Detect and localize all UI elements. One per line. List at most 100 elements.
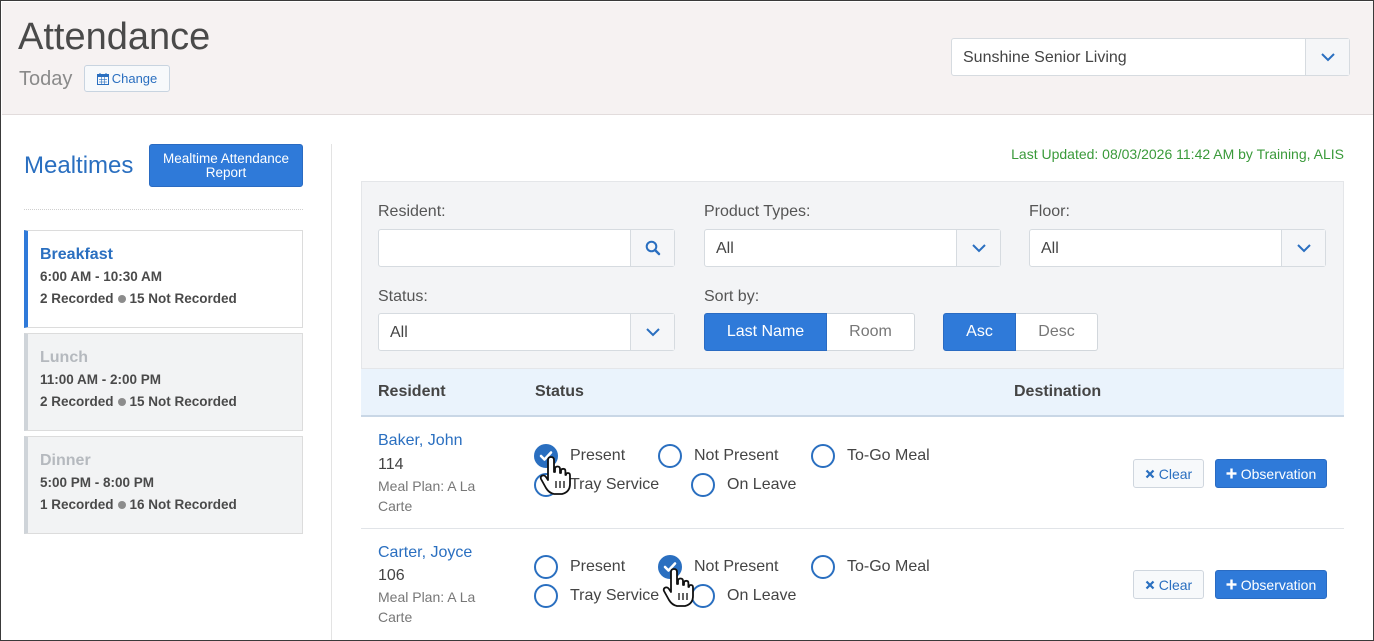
floor-label: Floor: [1029,203,1070,220]
meal-card-breakfast[interactable]: Breakfast 6:00 AM - 10:30 AM 2 Recorded … [24,230,303,328]
resident-search-input[interactable] [378,229,675,267]
resident-meal-plan: Meal Plan: A La Carte [378,589,476,625]
mealtime-report-button[interactable]: Mealtime Attendance Report [149,144,303,187]
status-label: On Leave [727,587,797,604]
community-value: Sunshine Senior Living [963,49,1127,66]
product-types-select[interactable]: All [704,229,1001,267]
status-not-present-radio[interactable]: Not Present [658,555,778,579]
meal-time: 6:00 AM - 10:30 AM [40,269,163,284]
community-select[interactable]: Sunshine Senior Living [951,38,1350,76]
chevron-down-icon[interactable] [630,314,674,350]
sort-order-toggle: Asc Desc [943,313,1098,351]
chevron-down-icon[interactable] [956,230,1000,266]
radio-icon [811,444,835,468]
status-tray-service-radio[interactable]: Tray Service [534,473,659,497]
status-select[interactable]: All [378,313,675,351]
table-row: Baker, John 114 Meal Plan: A La Carte Pr… [361,417,1344,529]
table-row: Carter, Joyce 106 Meal Plan: A La Carte … [361,529,1344,640]
status-tray-service-radio[interactable]: Tray Service [534,584,659,608]
status-present-radio[interactable]: Present [534,555,625,579]
not-recorded-count: 15 Not Recorded [129,291,237,306]
meal-counts: 2 Recorded 15 Not Recorded [40,394,302,409]
status-label: Present [570,447,626,464]
status-label: Not Present [694,558,779,575]
radio-icon [534,555,558,579]
status-to-go-meal-radio[interactable]: To-Go Meal [811,444,930,468]
page-header: Attendance Today Change Sunshine Senior … [2,2,1373,115]
sort-desc-button[interactable]: Desc [1016,313,1098,351]
radio-icon [534,584,558,608]
search-icon[interactable] [630,230,674,266]
status-present-radio[interactable]: Present [534,444,625,468]
status-label: To-Go Meal [847,558,930,575]
resident-filter-label: Resident: [378,203,446,220]
status-label: Tray Service [570,476,660,493]
radio-icon [691,584,715,608]
checked-radio-icon [658,555,682,579]
status-label: Tray Service [570,587,660,604]
last-updated-text: Last Updated: 08/03/2026 11:42 AM by Tra… [1011,146,1344,162]
status-filter-label: Status: [378,288,428,305]
floor-select[interactable]: All [1029,229,1326,267]
calendar-icon [96,72,109,85]
sort-room-button[interactable]: Room [827,313,915,351]
plus-icon [1226,468,1237,479]
filter-panel: Resident: Product Types: All Floor: All … [361,181,1344,369]
resident-column-header: Resident [378,383,446,400]
observation-label: Observation [1240,576,1317,593]
date-subtitle: Today [19,68,73,90]
recorded-count: 1 Recorded [40,497,114,512]
resident-room: 114 [378,456,404,473]
separator-dot-icon [117,500,126,509]
status-to-go-meal-radio[interactable]: To-Go Meal [811,555,930,579]
recorded-count: 2 Recorded [40,394,114,409]
clear-label: Clear [1158,465,1193,482]
checked-radio-icon [534,444,558,468]
attendance-window: Attendance Today Change Sunshine Senior … [0,0,1374,641]
observation-label: Observation [1240,465,1317,482]
status-on-leave-radio[interactable]: On Leave [691,473,796,497]
radio-icon [691,473,715,497]
status-not-present-radio[interactable]: Not Present [658,444,778,468]
plus-icon [1226,579,1237,590]
status-label: To-Go Meal [847,447,930,464]
sort-asc-button[interactable]: Asc [943,313,1016,351]
meal-time: 5:00 PM - 8:00 PM [40,475,155,490]
x-icon [1145,580,1155,589]
add-observation-button[interactable]: Observation [1215,570,1327,599]
separator-dot-icon [117,397,126,406]
product-types-value: All [716,240,734,257]
status-value: All [390,324,408,341]
radio-icon [534,473,558,497]
meal-card-dinner[interactable]: Dinner 5:00 PM - 8:00 PM 1 Recorded 16 N… [24,436,303,534]
change-date-button[interactable]: Change [84,65,170,92]
mealtimes-heading: Mealtimes [24,152,134,179]
attendance-table-header: Resident Status Destination [361,369,1344,417]
meal-time: 11:00 AM - 2:00 PM [40,372,162,387]
resident-meal-plan: Meal Plan: A La Carte [378,478,476,514]
product-types-label: Product Types: [704,203,811,220]
clear-button[interactable]: Clear [1133,570,1204,599]
sort-field-toggle: Last Name Room [704,313,915,351]
chevron-down-icon[interactable] [1281,230,1325,266]
status-on-leave-radio[interactable]: On Leave [691,584,796,608]
not-recorded-count: 15 Not Recorded [129,394,237,409]
meal-card-lunch[interactable]: Lunch 11:00 AM - 2:00 PM 2 Recorded 15 N… [24,333,303,431]
status-column-header: Status [535,383,584,400]
clear-button[interactable]: Clear [1133,459,1204,488]
sort-last-name-button[interactable]: Last Name [704,313,827,351]
meal-name: Lunch [40,349,88,366]
status-label: Present [570,558,626,575]
not-recorded-count: 16 Not Recorded [129,497,237,512]
x-icon [1145,469,1155,478]
resident-name-link[interactable]: Baker, John [378,432,463,450]
add-observation-button[interactable]: Observation [1215,459,1327,488]
resident-room: 106 [378,567,405,584]
destination-column-header: Destination [1014,383,1102,400]
sort-by-label: Sort by: [704,288,760,305]
change-date-label: Change [111,71,158,86]
clear-label: Clear [1158,576,1193,593]
chevron-down-icon[interactable] [1305,39,1349,75]
divider [24,209,303,210]
resident-name-link[interactable]: Carter, Joyce [378,544,472,562]
